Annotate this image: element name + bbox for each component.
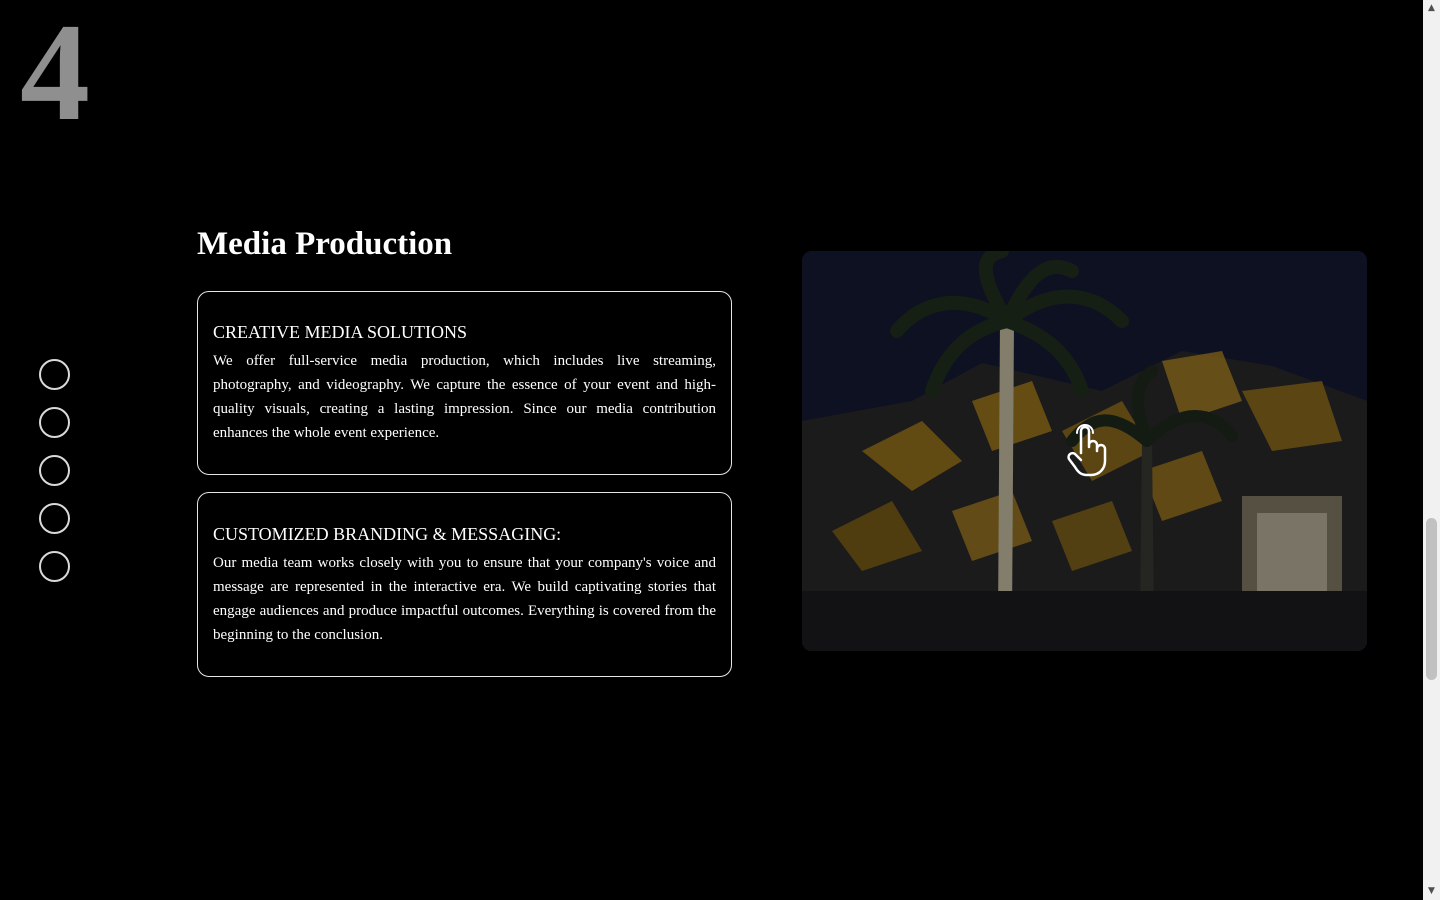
card-heading: CREATIVE MEDIA SOLUTIONS [213, 322, 467, 342]
scroll-thumb[interactable] [1426, 518, 1437, 680]
nav-dot-1[interactable] [39, 359, 70, 390]
feature-card-creative-media: CREATIVE MEDIA SOLUTIONS We offer full-s… [197, 291, 732, 475]
section-title: Media Production [197, 226, 453, 262]
nav-dot-4[interactable] [39, 503, 70, 534]
nav-dot-2[interactable] [39, 407, 70, 438]
card-text: Our media team works closely with you to… [213, 555, 716, 643]
feature-card-branding: CUSTOMIZED BRANDING & MESSAGING: Our med… [197, 492, 732, 677]
nav-dot-5[interactable] [39, 551, 70, 582]
dot-navigation [39, 359, 71, 599]
section-number: 4 [20, 0, 90, 150]
scroll-up-arrow[interactable]: ▲ [1423, 0, 1440, 17]
scroll-down-arrow[interactable]: ▼ [1423, 883, 1440, 900]
card-heading: CUSTOMIZED BRANDING & MESSAGING: [213, 524, 562, 544]
scrollbar[interactable]: ▲ ▼ [1423, 0, 1440, 900]
media-image-building-night[interactable] [802, 251, 1367, 651]
card-text: We offer full-service media production, … [213, 353, 716, 441]
hand-pointer-icon [1067, 424, 1107, 477]
nav-dot-3[interactable] [39, 455, 70, 486]
